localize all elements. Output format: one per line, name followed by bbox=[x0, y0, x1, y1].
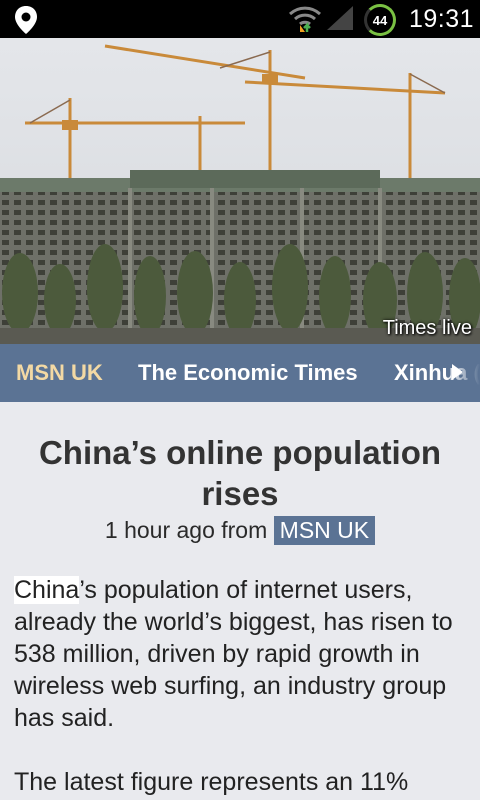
image-credit: Times live bbox=[382, 317, 472, 339]
article-meta: 1 hour ago from MSN UK bbox=[0, 516, 480, 545]
article-body: China’s population of internet users, al… bbox=[14, 574, 470, 800]
article-paragraph: The latest figure represents an 11% bbox=[14, 768, 409, 796]
status-clock: 19:31 bbox=[409, 5, 475, 33]
scroll-right-arrow-icon[interactable] bbox=[452, 364, 463, 380]
article: China’s online population rises 1 hour a… bbox=[0, 402, 480, 800]
construction-photo bbox=[0, 38, 480, 344]
article-source-badge[interactable]: MSN UK bbox=[273, 516, 376, 545]
status-bar: 44 19:31 bbox=[0, 0, 480, 38]
battery-icon: 44 bbox=[364, 4, 396, 36]
wifi-icon bbox=[288, 6, 322, 32]
article-time: 1 hour ago from bbox=[104, 517, 268, 543]
location-pin-icon bbox=[15, 6, 37, 34]
tab-msn-uk[interactable]: MSN UK bbox=[16, 360, 103, 386]
paragraph-text: ’s population of internet users, already… bbox=[14, 576, 453, 732]
source-tabs: MSN UK The Economic Times Xinhua ( bbox=[0, 344, 480, 402]
tab-economic-times[interactable]: The Economic Times bbox=[138, 360, 358, 386]
highlighted-term[interactable]: China bbox=[14, 576, 80, 604]
hero-image[interactable]: Times live bbox=[0, 38, 480, 344]
article-paragraph: China’s population of internet users, al… bbox=[14, 574, 470, 734]
article-headline: China’s online population rises bbox=[38, 434, 442, 512]
cell-signal-icon bbox=[327, 6, 353, 30]
